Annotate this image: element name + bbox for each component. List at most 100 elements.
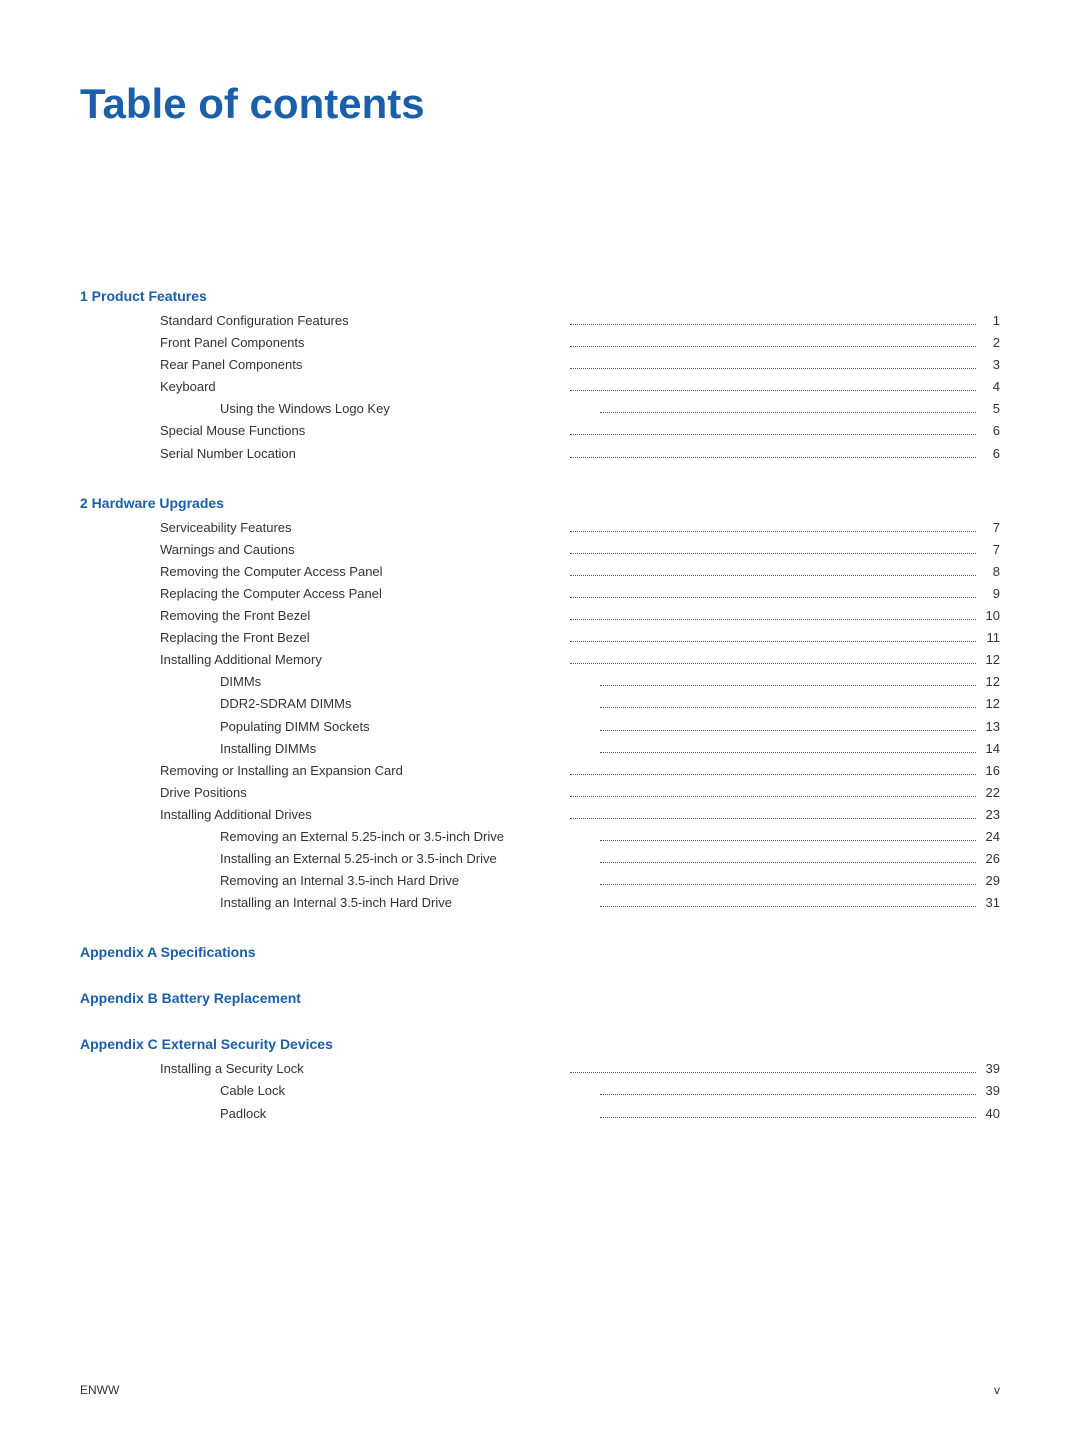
page-footer: ENWW v xyxy=(80,1383,1000,1397)
toc-entry-label: Rear Panel Components xyxy=(160,354,566,376)
toc-entry-dots xyxy=(570,457,976,458)
toc-entry-label: Using the Windows Logo Key xyxy=(220,398,596,420)
toc-entry: Installing Additional Memory 12 xyxy=(80,649,1000,671)
toc-appendices: Appendix A Specifications Appendix B Batt… xyxy=(80,944,1000,1124)
toc-entry-dots xyxy=(570,368,976,369)
toc-entry-dots xyxy=(570,597,976,598)
toc-entry: Installing Additional Drives 23 xyxy=(80,804,1000,826)
toc-entry-label: Padlock xyxy=(220,1103,596,1125)
toc-entry-dots xyxy=(570,1072,976,1073)
toc-entry-label: Warnings and Cautions xyxy=(160,539,566,561)
toc-entry: Removing the Computer Access Panel 8 xyxy=(80,561,1000,583)
page-title: Table of contents xyxy=(80,80,1000,128)
toc-entry: Cable Lock39 xyxy=(80,1080,1000,1102)
toc-entry-page: 7 xyxy=(980,539,1000,561)
toc-entry: DIMMs12 xyxy=(80,671,1000,693)
toc-section-section1: 1 Product FeaturesStandard Configuration… xyxy=(80,288,1000,465)
toc-entry-label: Installing an External 5.25-inch or 3.5-… xyxy=(220,848,596,870)
toc-entry-dots xyxy=(570,774,976,775)
toc-entry-dots xyxy=(600,685,976,686)
toc-entry: Removing an Internal 3.5-inch Hard Drive… xyxy=(80,870,1000,892)
toc-entries-section1: Standard Configuration Features1Front Pa… xyxy=(80,310,1000,465)
toc-entry: Serial Number Location 6 xyxy=(80,443,1000,465)
toc-entries-section2: Serviceability Features7Warnings and Cau… xyxy=(80,517,1000,915)
toc-entry: DDR2-SDRAM DIMMs 12 xyxy=(80,693,1000,715)
toc-entry-dots xyxy=(600,1094,976,1095)
toc-entry: Removing or Installing an Expansion Card… xyxy=(80,760,1000,782)
toc-entry-page: 1 xyxy=(980,310,1000,332)
toc-entry-page: 12 xyxy=(980,693,1000,715)
toc-entry-page: 12 xyxy=(980,671,1000,693)
page-container: Table of contents 1 Product FeaturesStan… xyxy=(0,0,1080,1235)
toc-entry-page: 5 xyxy=(980,398,1000,420)
toc-entry: Using the Windows Logo Key 5 xyxy=(80,398,1000,420)
toc-entry-page: 6 xyxy=(980,420,1000,442)
toc-entry-page: 6 xyxy=(980,443,1000,465)
toc-entry: Keyboard4 xyxy=(80,376,1000,398)
toc-entry: Installing an External 5.25-inch or 3.5-… xyxy=(80,848,1000,870)
appendix-heading-appendixC: Appendix C External Security Devices xyxy=(80,1036,1000,1052)
toc-entry-page: 31 xyxy=(980,892,1000,914)
toc-entry-label: Installing a Security Lock xyxy=(160,1058,566,1080)
toc-entry-label: Serviceability Features xyxy=(160,517,566,539)
toc-entry-page: 14 xyxy=(980,738,1000,760)
toc-entry: Replacing the Computer Access Panel9 xyxy=(80,583,1000,605)
toc-entry-dots xyxy=(570,641,976,642)
toc-entry-dots xyxy=(600,707,976,708)
toc-entry-label: Removing or Installing an Expansion Card xyxy=(160,760,566,782)
toc-entry-dots xyxy=(600,1117,976,1118)
appendix-heading-appendixA: Appendix A Specifications xyxy=(80,944,1000,960)
toc-entry-page: 39 xyxy=(980,1080,1000,1102)
toc-entry-label: Standard Configuration Features xyxy=(160,310,566,332)
toc-entry-dots xyxy=(570,796,976,797)
toc-entry-page: 12 xyxy=(980,649,1000,671)
toc-sections: 1 Product FeaturesStandard Configuration… xyxy=(80,288,1000,914)
toc-entry-dots xyxy=(570,663,976,664)
toc-entry-page: 7 xyxy=(980,517,1000,539)
toc-entry: Warnings and Cautions 7 xyxy=(80,539,1000,561)
toc-entry-page: 8 xyxy=(980,561,1000,583)
toc-entry-page: 4 xyxy=(980,376,1000,398)
toc-entry-dots xyxy=(570,324,976,325)
toc-entry-label: Removing the Computer Access Panel xyxy=(160,561,566,583)
appendix-heading-appendixB: Appendix B Battery Replacement xyxy=(80,990,1000,1006)
toc-entry-dots xyxy=(570,575,976,576)
toc-entry-dots xyxy=(600,884,976,885)
toc-entry: Standard Configuration Features 1 xyxy=(80,310,1000,332)
toc-entry-label: Installing Additional Drives xyxy=(160,804,566,826)
appendix-appendixC: Appendix C External Security Devices Inst… xyxy=(80,1036,1000,1124)
toc-entry-dots xyxy=(600,730,976,731)
toc-entry: Serviceability Features 7 xyxy=(80,517,1000,539)
toc-entry: Rear Panel Components 3 xyxy=(80,354,1000,376)
toc-entry-page: 11 xyxy=(980,627,1000,649)
toc-entry-label: Removing the Front Bezel xyxy=(160,605,566,627)
toc-entry-label: DDR2-SDRAM DIMMs xyxy=(220,693,596,715)
toc-entry-label: Populating DIMM Sockets xyxy=(220,716,596,738)
toc-entry-page: 26 xyxy=(980,848,1000,870)
toc-entry-page: 39 xyxy=(980,1058,1000,1080)
toc-entry-label: Drive Positions xyxy=(160,782,566,804)
toc-entry-page: 13 xyxy=(980,716,1000,738)
toc-entry: Padlock40 xyxy=(80,1103,1000,1125)
toc-entry-dots xyxy=(600,752,976,753)
toc-entry-dots xyxy=(570,818,976,819)
toc-entry-page: 24 xyxy=(980,826,1000,848)
toc-entry-label: Serial Number Location xyxy=(160,443,566,465)
toc-entry-page: 9 xyxy=(980,583,1000,605)
toc-entry-dots xyxy=(600,862,976,863)
toc-entry-dots xyxy=(600,412,976,413)
toc-entry-label: Installing Additional Memory xyxy=(160,649,566,671)
toc-entry-dots xyxy=(570,531,976,532)
toc-entry-dots xyxy=(570,390,976,391)
toc-entry-page: 23 xyxy=(980,804,1000,826)
toc-entry: Removing an External 5.25-inch or 3.5-in… xyxy=(80,826,1000,848)
toc-entry-page: 10 xyxy=(980,605,1000,627)
toc-entry-dots xyxy=(570,346,976,347)
toc-entry-page: 29 xyxy=(980,870,1000,892)
toc-entry-page: 16 xyxy=(980,760,1000,782)
toc-entry-label: Installing an Internal 3.5-inch Hard Dri… xyxy=(220,892,596,914)
toc-entry-dots xyxy=(600,906,976,907)
toc-entry-page: 3 xyxy=(980,354,1000,376)
toc-entry: Removing the Front Bezel 10 xyxy=(80,605,1000,627)
toc-entry: Special Mouse Functions6 xyxy=(80,420,1000,442)
